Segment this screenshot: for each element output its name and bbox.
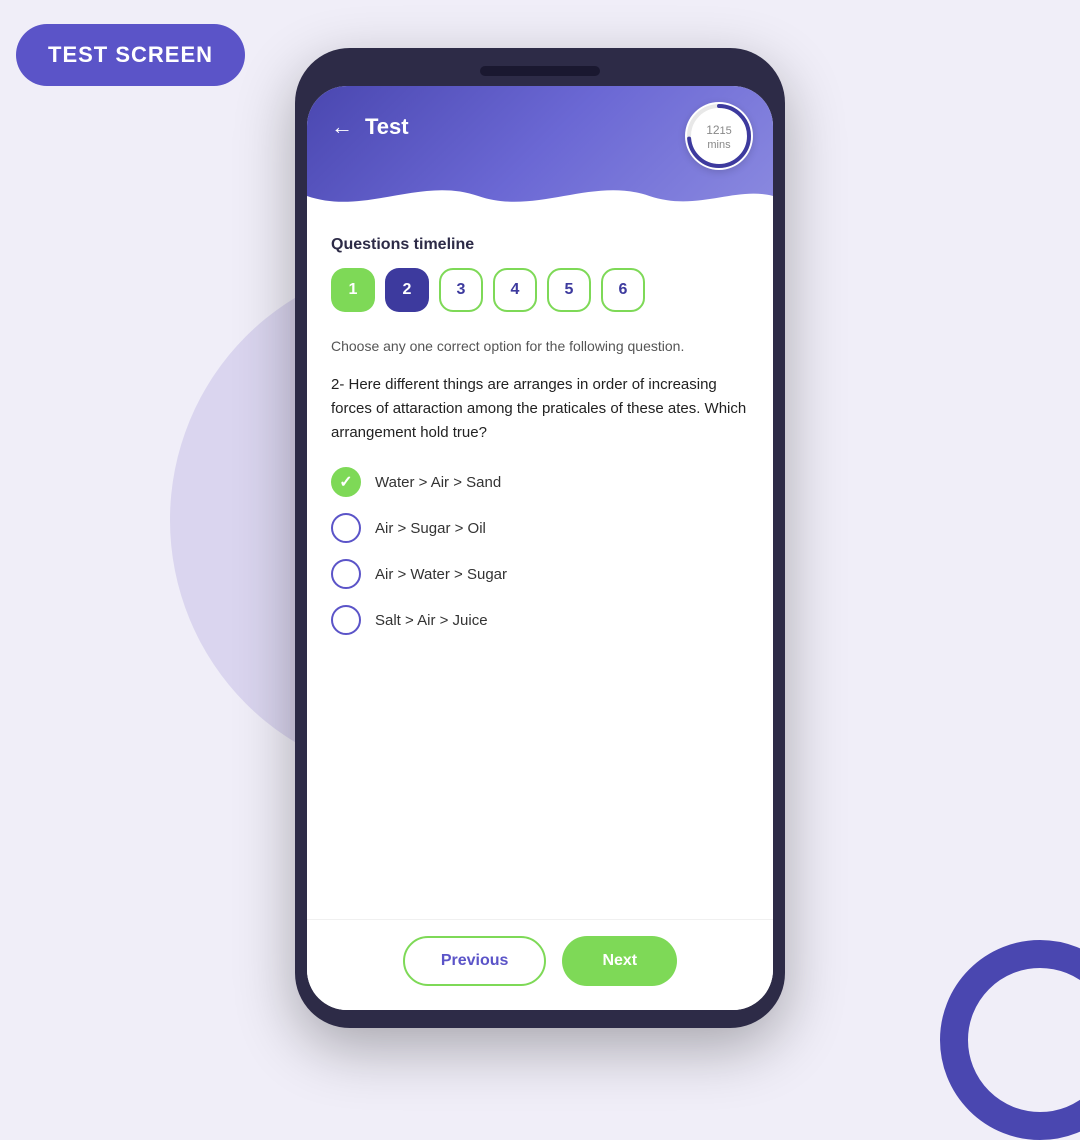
timeline-label: Questions timeline: [331, 236, 749, 254]
previous-button[interactable]: Previous: [403, 936, 547, 986]
option-3-text: Air > Water > Sugar: [375, 566, 507, 583]
test-screen-label-text: TEST SCREEN: [48, 42, 213, 67]
option-2-radio[interactable]: [331, 513, 361, 543]
option-4[interactable]: Salt > Air > Juice: [331, 605, 749, 635]
back-button[interactable]: ←: [331, 114, 353, 140]
bubble-4[interactable]: 4: [493, 268, 537, 312]
option-4-radio[interactable]: [331, 605, 361, 635]
question-bubbles: 1 2 3 4 5 6: [331, 268, 749, 312]
screen-footer: Previous Next: [307, 919, 773, 1010]
timer-circle: 1215 mins: [685, 102, 753, 170]
next-button[interactable]: Next: [562, 936, 677, 986]
timer-text: 1215 mins: [706, 120, 732, 152]
screen-title: Test: [365, 114, 409, 140]
question-text: 2- Here different things are arranges in…: [331, 373, 749, 445]
timer-current: 12: [706, 123, 719, 137]
option-3-radio[interactable]: [331, 559, 361, 589]
timer-total: 15: [720, 125, 732, 137]
bubble-1[interactable]: 1: [331, 268, 375, 312]
screen-content: Questions timeline 1 2 3 4 5 6: [307, 216, 773, 919]
timer-unit-label: mins: [706, 139, 732, 152]
bubble-5[interactable]: 5: [547, 268, 591, 312]
test-screen-badge: TEST SCREEN: [16, 24, 245, 86]
bubble-6-label: 6: [619, 281, 628, 299]
bubble-3-label: 3: [457, 281, 466, 299]
option-3[interactable]: Air > Water > Sugar: [331, 559, 749, 589]
bubble-5-label: 5: [565, 281, 574, 299]
instruction-text: Choose any one correct option for the fo…: [331, 336, 749, 357]
bubble-2[interactable]: 2: [385, 268, 429, 312]
bubble-4-label: 4: [511, 281, 520, 299]
option-1-radio[interactable]: [331, 467, 361, 497]
phone-notch: [480, 66, 600, 76]
option-1[interactable]: Water > Air > Sand: [331, 467, 749, 497]
options-list: Water > Air > Sand Air > Sugar > Oil Air…: [331, 467, 749, 635]
background-arc: [940, 940, 1080, 1140]
option-4-text: Salt > Air > Juice: [375, 612, 488, 629]
header-wave: [307, 176, 773, 216]
timer-value: 1215: [706, 120, 732, 139]
bubble-6[interactable]: 6: [601, 268, 645, 312]
bubble-3[interactable]: 3: [439, 268, 483, 312]
screen-header: ← Test 1215 mins: [307, 86, 773, 216]
phone-device: ← Test 1215 mins: [295, 48, 785, 1028]
option-2-text: Air > Sugar > Oil: [375, 520, 486, 537]
bubble-1-label: 1: [349, 281, 358, 299]
phone-screen: ← Test 1215 mins: [307, 86, 773, 1010]
bubble-2-label: 2: [403, 281, 412, 299]
option-2[interactable]: Air > Sugar > Oil: [331, 513, 749, 543]
option-1-text: Water > Air > Sand: [375, 474, 501, 491]
